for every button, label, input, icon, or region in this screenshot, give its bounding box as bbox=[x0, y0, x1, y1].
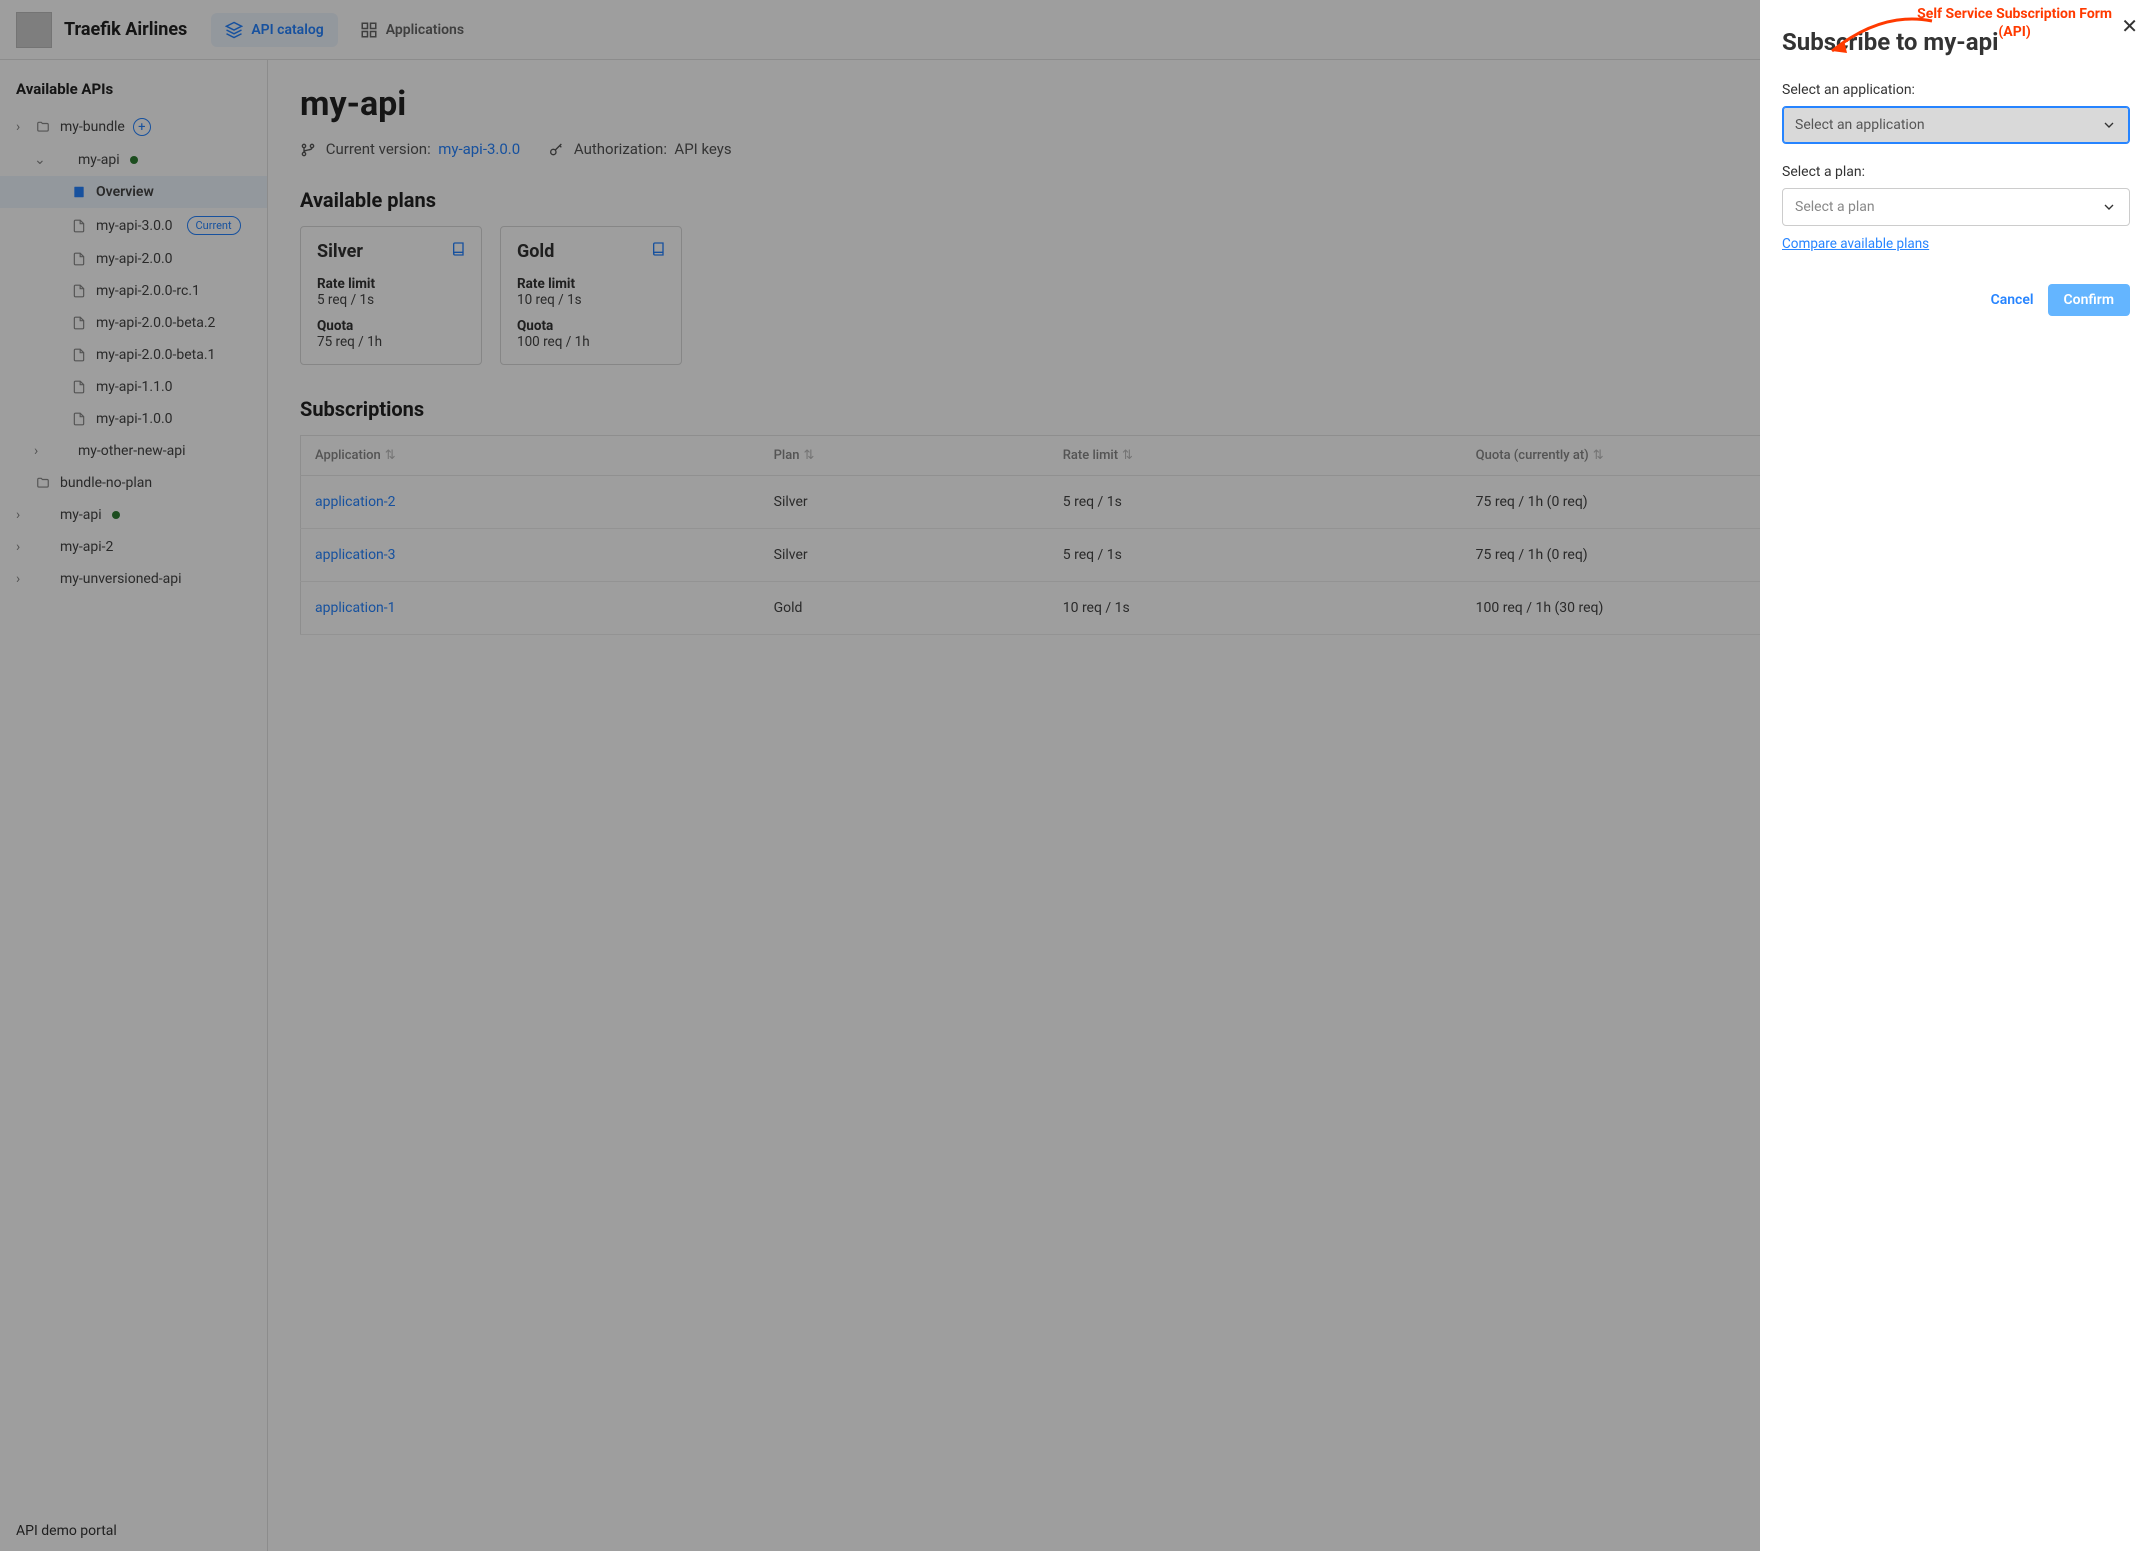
panel-title: Subscribe to my-api bbox=[1782, 28, 2130, 56]
select-placeholder: Select an application bbox=[1795, 117, 1925, 133]
app-select-label: Select an application: bbox=[1782, 82, 2130, 98]
application-select[interactable]: Select an application bbox=[1782, 106, 2130, 144]
compare-plans-link[interactable]: Compare available plans bbox=[1782, 236, 1929, 252]
close-icon[interactable]: ✕ bbox=[2121, 14, 2138, 38]
chevron-down-icon bbox=[2101, 117, 2117, 133]
confirm-button[interactable]: Confirm bbox=[2048, 284, 2130, 316]
subscribe-panel: ✕ Subscribe to my-api Select an applicat… bbox=[1760, 0, 2152, 1551]
plan-select[interactable]: Select a plan bbox=[1782, 188, 2130, 226]
plan-select-label: Select a plan: bbox=[1782, 164, 2130, 180]
cancel-button[interactable]: Cancel bbox=[1991, 292, 2034, 308]
chevron-down-icon bbox=[2101, 199, 2117, 215]
select-placeholder: Select a plan bbox=[1795, 199, 1875, 215]
